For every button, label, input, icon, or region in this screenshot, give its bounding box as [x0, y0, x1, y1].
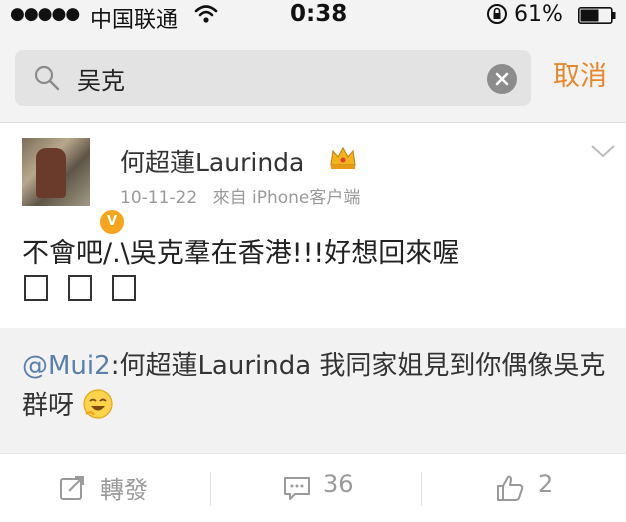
repost-icon	[60, 476, 84, 500]
lock-rotation-icon	[487, 4, 507, 24]
missing-glyph-boxes	[24, 275, 156, 305]
comment-button[interactable]: 36	[211, 454, 419, 522]
search-input[interactable]	[77, 60, 477, 96]
crown-icon	[330, 146, 356, 169]
status-bar: ●●●●● 中国联通 0:38 61%	[0, 0, 626, 33]
search-bar: 取消	[0, 30, 626, 123]
laughing-emoji-icon	[83, 389, 113, 419]
cancel-button[interactable]: 取消	[553, 54, 607, 93]
reposted-comment[interactable]: @Mui2:何超蓮Laurinda 我同家姐見到你偶像吳克群呀	[0, 328, 626, 453]
missing-glyph-icon	[68, 275, 92, 301]
repost-button[interactable]: 轉發	[0, 454, 208, 522]
avatar[interactable]: V	[22, 138, 126, 236]
wifi-icon	[194, 5, 218, 23]
chevron-down-icon[interactable]	[590, 143, 616, 159]
action-bar: 轉發 36 2	[0, 453, 626, 522]
like-count: 2	[538, 470, 554, 498]
comment-icon	[284, 477, 310, 500]
post-time: 10-11-22	[120, 188, 198, 208]
missing-glyph-icon	[24, 275, 48, 301]
repost-label: 轉發	[100, 476, 148, 504]
search-box[interactable]	[15, 50, 531, 106]
repost-text: @Mui2:何超蓮Laurinda 我同家姐見到你偶像吳克群呀	[22, 346, 612, 426]
post-meta: 10-11-22 來自 iPhone客户端	[120, 183, 360, 208]
clear-icon[interactable]	[487, 64, 517, 94]
comment-count: 36	[323, 470, 354, 498]
mention-link[interactable]: @Mui2	[22, 351, 111, 381]
battery-icon	[578, 7, 616, 24]
clock-time: 0:38	[290, 1, 348, 27]
missing-glyph-icon	[112, 275, 136, 301]
weibo-post: V 何超蓮Laurinda 10-11-22 來自 iPhone客户端 不會吧/…	[0, 123, 626, 522]
search-icon	[34, 65, 60, 91]
verified-badge-icon: V	[98, 208, 126, 236]
avatar-figure	[36, 148, 66, 198]
like-button[interactable]: 2	[422, 454, 626, 522]
battery-percent: 61%	[514, 2, 563, 27]
like-icon	[497, 475, 524, 501]
signal-strength: ●●●●●	[10, 4, 80, 24]
post-source: 來自 iPhone客户端	[212, 188, 361, 208]
post-text: 不會吧/.\吳克羣在香港!!!好想回來喔	[22, 238, 460, 269]
author-name[interactable]: 何超蓮Laurinda	[120, 143, 304, 179]
